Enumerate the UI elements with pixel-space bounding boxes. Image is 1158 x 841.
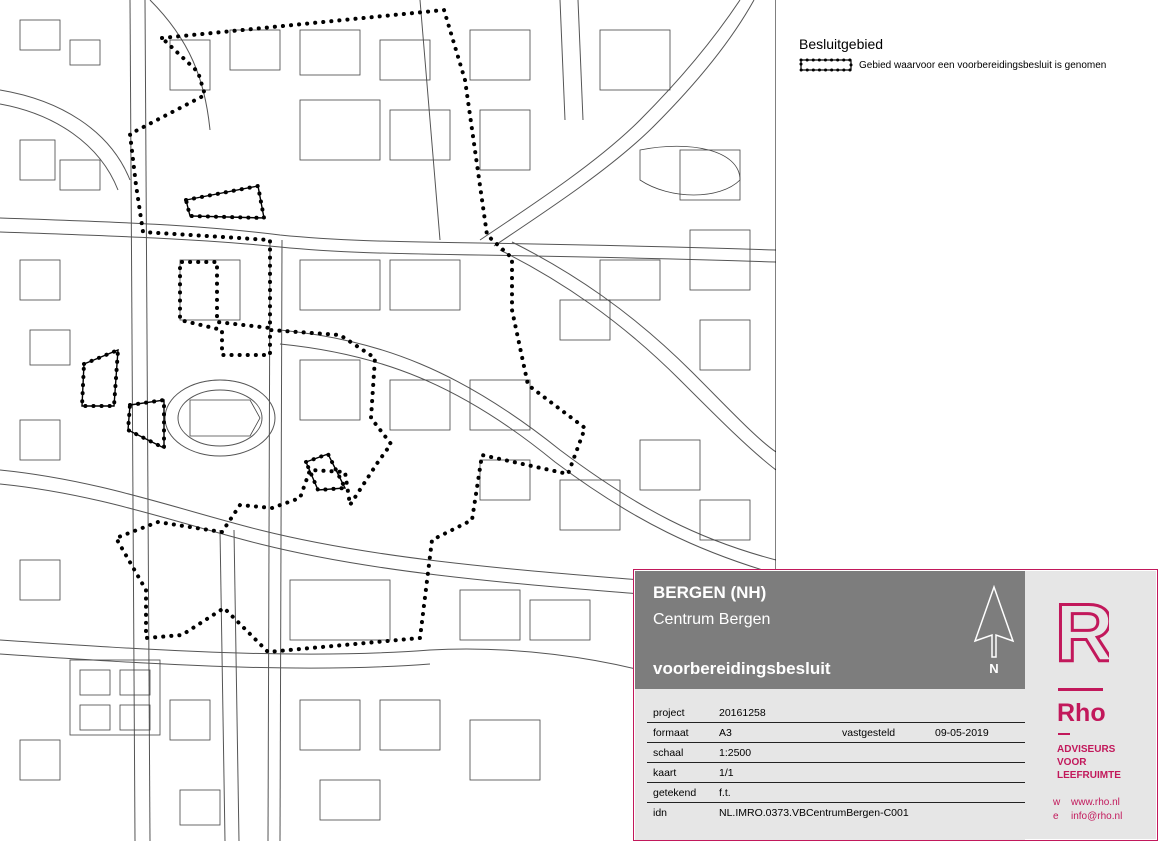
brand-divider-small <box>1058 733 1070 735</box>
north-arrow: N <box>971 584 1017 676</box>
north-arrow-icon <box>973 584 1015 658</box>
title-info-rows: project 20161258 formaat A3 vastgesteld … <box>635 689 1025 840</box>
legend-title: Besluitgebied <box>799 36 884 52</box>
map-value: 1/1 <box>719 767 734 779</box>
idn-label: idn <box>653 807 668 819</box>
legend-item: Gebied waarvoor een voorbereidingsbeslui… <box>799 58 1149 72</box>
brand-contact: w www.rho.nl e info@rho.nl <box>1053 796 1122 824</box>
legend-item-label: Gebied waarvoor een voorbereidingsbeslui… <box>859 59 1107 71</box>
title-header: BERGEN (NH) Centrum Bergen voorbereiding… <box>635 571 1025 689</box>
row-format: formaat A3 vastgesteld 09-05-2019 <box>635 723 1025 743</box>
email-key: e <box>1053 811 1059 822</box>
row-scale: schaal 1:2500 <box>635 743 1025 763</box>
city-name: BERGEN (NH) <box>653 583 767 602</box>
project-value: 20161258 <box>719 707 766 719</box>
website-link[interactable]: www.rho.nl <box>1071 797 1120 808</box>
brand-panel: R Rho ADVISEURS VOOR LEEFRUIMTE w www.rho… <box>1025 571 1156 839</box>
format-label: formaat <box>653 727 689 739</box>
tagline-line-3: LEEFRUIMTE <box>1057 770 1121 781</box>
rho-logo-icon: R <box>1055 591 1109 667</box>
row-map: kaart 1/1 <box>635 763 1025 783</box>
brand-divider <box>1058 688 1103 691</box>
area-name: Centrum Bergen <box>653 611 771 628</box>
format-value: A3 <box>719 727 732 739</box>
row-drawn: getekend f.t. <box>635 783 1025 803</box>
row-project: project 20161258 <box>635 703 1025 723</box>
tagline-line-2: VOOR <box>1057 757 1087 768</box>
dotted-boundary-swatch <box>799 58 853 72</box>
fixed-value: 09-05-2019 <box>935 727 989 739</box>
brand-tagline: ADVISEURS VOOR LEEFRUIMTE <box>1057 743 1121 782</box>
project-label: project <box>653 707 685 719</box>
drawn-label: getekend <box>653 787 697 799</box>
map-legend: Besluitgebied Gebied waarvoor een voorbe… <box>799 36 1149 72</box>
logo-letter: R <box>1055 591 1109 667</box>
idn-value: NL.IMRO.0373.VBCentrumBergen-C001 <box>719 807 909 819</box>
fixed-label: vastgesteld <box>842 727 896 739</box>
north-label: N <box>989 661 999 676</box>
web-key: w <box>1053 797 1061 808</box>
email-link[interactable]: info@rho.nl <box>1071 811 1122 822</box>
tagline-line-1: ADVISEURS <box>1057 744 1116 755</box>
map-label: kaart <box>653 767 677 779</box>
brand-name: Rho <box>1057 699 1106 727</box>
scale-label: schaal <box>653 747 684 759</box>
drawn-value: f.t. <box>719 787 731 799</box>
row-idn: idn NL.IMRO.0373.VBCentrumBergen-C001 <box>635 803 1025 823</box>
scale-value: 1:2500 <box>719 747 752 759</box>
title-block: BERGEN (NH) Centrum Bergen voorbereiding… <box>633 569 1158 841</box>
decision-title: voorbereidingsbesluit <box>653 659 831 678</box>
